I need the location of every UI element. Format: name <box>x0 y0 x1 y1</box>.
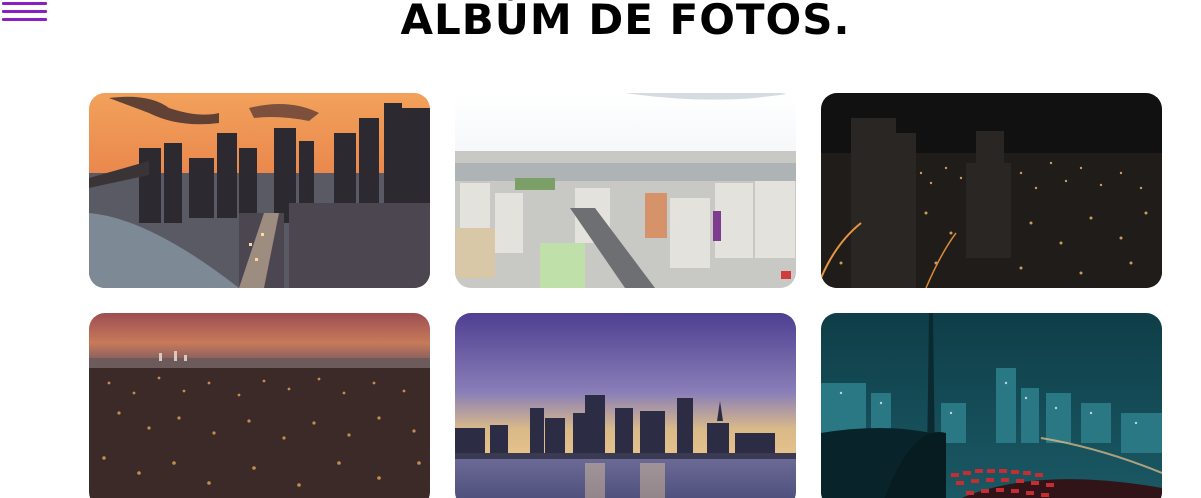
photo-city-night-lights[interactable] <box>821 93 1162 288</box>
photo-skyline-waterfront[interactable] <box>455 313 796 498</box>
photo-city-daytime-aerial[interactable] <box>455 93 796 288</box>
photo-city-sunset-bridge[interactable] <box>89 93 430 288</box>
photo-city-dusk-panorama[interactable] <box>89 313 430 498</box>
page-title: ALBÚM DE FOTOS. <box>400 0 851 44</box>
photo-night-skyline-stadium[interactable] <box>821 313 1162 498</box>
